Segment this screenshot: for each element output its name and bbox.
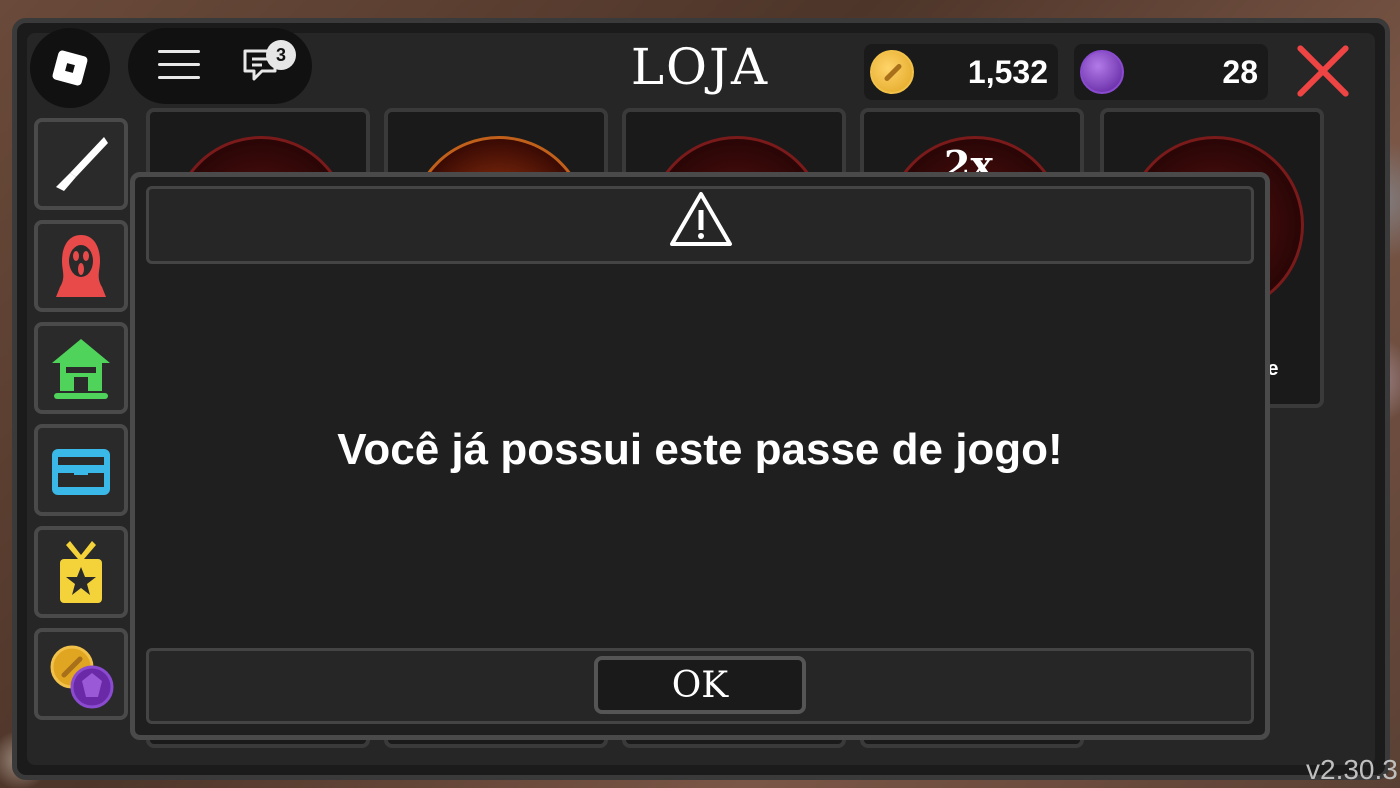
- coin-amount: 1,532: [967, 53, 1048, 90]
- shop-title: LOJA: [630, 38, 770, 96]
- close-icon[interactable]: [1294, 42, 1352, 100]
- chest-icon: [52, 449, 110, 495]
- house-icon: [52, 339, 110, 399]
- chat-notification-badge: 3: [266, 40, 296, 70]
- roblox-menu-button[interactable]: [30, 28, 110, 108]
- warning-icon: [670, 192, 732, 246]
- gem-icon: [1080, 50, 1124, 94]
- gem-amount: 28: [1222, 53, 1258, 90]
- alert-message: Você já possui este passe de jogo!: [337, 425, 1063, 474]
- sidebar-item-crates[interactable]: [34, 424, 128, 516]
- sidebar-item-knives[interactable]: [34, 118, 128, 210]
- gem-balance: 28: [1074, 44, 1268, 100]
- ok-button[interactable]: OK: [594, 656, 806, 714]
- coin-balance: 1,532: [864, 44, 1058, 100]
- version-label: v2.30.3: [1306, 754, 1398, 785]
- sidebar-item-killers[interactable]: [34, 220, 128, 312]
- badge-star-icon: [60, 541, 102, 603]
- currency-icon: [50, 645, 114, 709]
- roblox-logo-icon: [51, 49, 89, 87]
- sidebar-item-currency[interactable]: [34, 628, 128, 720]
- sidebar-item-houses[interactable]: [34, 322, 128, 414]
- ghostface-icon: [56, 235, 106, 297]
- knife-icon: [56, 137, 108, 191]
- hamburger-menu-icon[interactable]: [158, 50, 200, 82]
- sidebar-item-gamepasses[interactable]: [34, 526, 128, 618]
- coin-icon: [870, 50, 914, 94]
